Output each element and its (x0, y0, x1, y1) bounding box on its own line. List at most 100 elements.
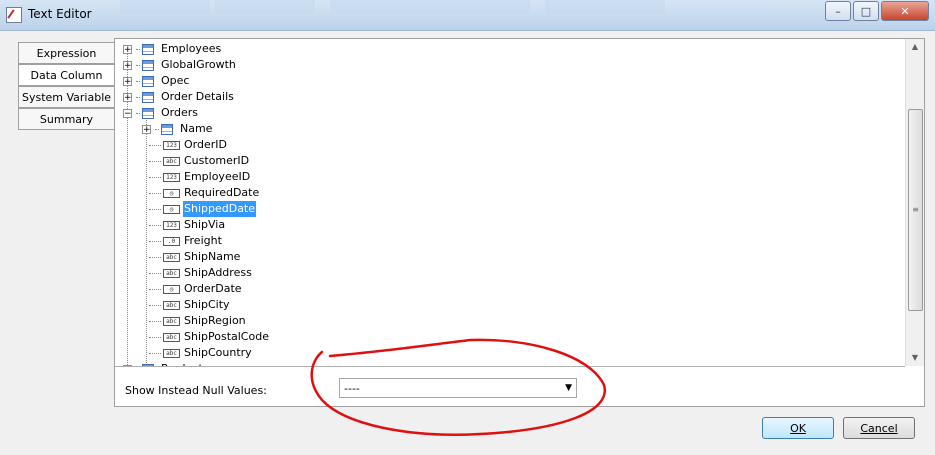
scroll-down-button[interactable]: ▼ (906, 350, 924, 366)
chevron-down-icon: ▼ (565, 383, 572, 393)
tree-item-label: RequiredDate (184, 186, 260, 199)
tree-item-label: ShipVia (184, 218, 226, 231)
tree-connector (149, 320, 161, 322)
tree-table-employees[interactable]: + Employees (123, 41, 222, 57)
tree-connector (149, 192, 161, 194)
tree-item-label: Orders (161, 106, 198, 119)
tree-connector (149, 288, 161, 290)
tree-field-customerid[interactable]: abc CustomerID (149, 153, 250, 169)
maximize-button[interactable]: □ (853, 1, 879, 21)
tree-field-shippeddate[interactable]: ◷ ShippedDate (149, 201, 257, 217)
tree-item-label: Order Details (161, 90, 234, 103)
tree-table-products[interactable]: + Products (123, 361, 210, 366)
tab-label: Data Column (30, 68, 103, 82)
ok-button[interactable]: OK (762, 417, 834, 439)
scroll-thumb[interactable]: ≡ (908, 109, 923, 311)
tree-table-opec[interactable]: + Opec (123, 73, 190, 89)
tree-connector (149, 240, 161, 242)
tree-connector (136, 64, 140, 66)
collapse-icon[interactable]: − (123, 108, 132, 118)
window-title: Text Editor (28, 7, 92, 21)
tree-connector (136, 96, 140, 98)
expand-icon[interactable]: + (142, 124, 151, 134)
expand-icon[interactable]: + (123, 60, 132, 70)
tab-expression[interactable]: Expression (18, 42, 115, 64)
tree-item-label: ShipAddress (184, 266, 252, 279)
field-type-icon: ◷ (163, 188, 180, 198)
tree-item-label: ShipName (184, 250, 241, 263)
tree-item-label: Opec (161, 74, 190, 87)
tab-data-column[interactable]: Data Column (18, 64, 115, 86)
tree-field-shipcity[interactable]: abc ShipCity (149, 297, 231, 313)
tree-connector (149, 304, 161, 306)
tree-connector (149, 272, 161, 274)
expand-icon[interactable]: + (123, 76, 132, 86)
minimize-button[interactable]: – (825, 1, 851, 21)
tree-table-globalgrowth[interactable]: + GlobalGrowth (123, 57, 237, 73)
tree-field-shipname[interactable]: abc ShipName (149, 249, 241, 265)
field-type-icon: 123 (163, 172, 180, 182)
field-type-icon: abc (163, 300, 180, 310)
tree-item-label: OrderDate (184, 282, 242, 295)
dialog-client-area: Expression Data Column System Variable S… (8, 31, 927, 447)
tree-field-orderid[interactable]: 123 OrderID (149, 137, 228, 153)
expand-icon[interactable]: + (123, 92, 132, 102)
tree-field-freight[interactable]: .0 Freight (149, 233, 223, 249)
field-type-icon: .0 (163, 236, 180, 246)
field-type-icon: abc (163, 252, 180, 262)
minimize-icon: – (835, 4, 841, 18)
tree-field-requireddate[interactable]: ◷ RequiredDate (149, 185, 260, 201)
field-type-icon: abc (163, 332, 180, 342)
tree-connector (149, 160, 161, 162)
tree-connector (149, 256, 161, 258)
tab-system-variable[interactable]: System Variable (18, 86, 115, 108)
table-icon (142, 43, 154, 55)
tree-vertical-scrollbar[interactable]: ▲ ≡ ▼ (905, 39, 924, 366)
expand-icon[interactable]: + (123, 44, 132, 54)
tree-item-label: Products (160, 361, 210, 366)
table-icon (161, 123, 173, 135)
tree-field-shipvia[interactable]: 123 ShipVia (149, 217, 226, 233)
tree-table-orders[interactable]: − Orders (123, 105, 199, 121)
tree-guide-line (146, 117, 147, 363)
field-type-icon: abc (163, 268, 180, 278)
background-window-strip (330, 0, 530, 14)
tree-relation-name[interactable]: + Name (142, 121, 213, 137)
tree-field-orderdate[interactable]: ◷ OrderDate (149, 281, 243, 297)
tree-field-employeeid[interactable]: 123 EmployeeID (149, 169, 251, 185)
background-window-strip (545, 0, 665, 14)
tree-item-label: Employees (161, 42, 222, 55)
tree-item-label: Name (180, 122, 213, 135)
tree-connector (155, 128, 159, 130)
field-type-icon: ◷ (163, 204, 180, 214)
tree-field-shipaddress[interactable]: abc ShipAddress (149, 265, 253, 281)
tree-item-label: OrderID (184, 138, 227, 151)
tree-field-shipregion[interactable]: abc ShipRegion (149, 313, 247, 329)
tree-field-shipcountry[interactable]: abc ShipCountry (149, 345, 253, 361)
background-window-strip (215, 0, 315, 14)
scroll-up-button[interactable]: ▲ (906, 39, 924, 55)
tree-connector (136, 48, 140, 50)
null-values-label: Show Instead Null Values: (125, 384, 267, 397)
tab-label: Summary (39, 112, 94, 126)
field-type-icon: abc (163, 156, 180, 166)
data-column-tree[interactable]: + Employees + GlobalGrowth + Opec + Order Detai… (115, 39, 905, 367)
field-type-icon: abc (163, 348, 180, 358)
table-icon (142, 107, 154, 119)
expand-icon[interactable]: + (123, 364, 132, 366)
tree-item-label: ShippedDate (183, 201, 257, 217)
tree-item-label: ShipPostalCode (184, 330, 269, 343)
scroll-grip-icon: ≡ (912, 205, 919, 214)
close-button[interactable]: ✕ (881, 1, 929, 21)
tab-label: Expression (36, 46, 97, 60)
tree-table-order-details[interactable]: + Order Details (123, 89, 235, 105)
null-values-selected: ---- (344, 381, 360, 395)
null-values-dropdown[interactable]: ---- ▼ (339, 378, 577, 398)
tree-item-label: GlobalGrowth (161, 58, 236, 71)
tree-item-label: Freight (184, 234, 222, 247)
tree-field-shippostalcode[interactable]: abc ShipPostalCode (149, 329, 270, 345)
scroll-down-icon: ▼ (911, 353, 919, 362)
cancel-button[interactable]: Cancel (843, 417, 915, 439)
tab-summary[interactable]: Summary (18, 108, 115, 130)
table-icon (142, 75, 154, 87)
